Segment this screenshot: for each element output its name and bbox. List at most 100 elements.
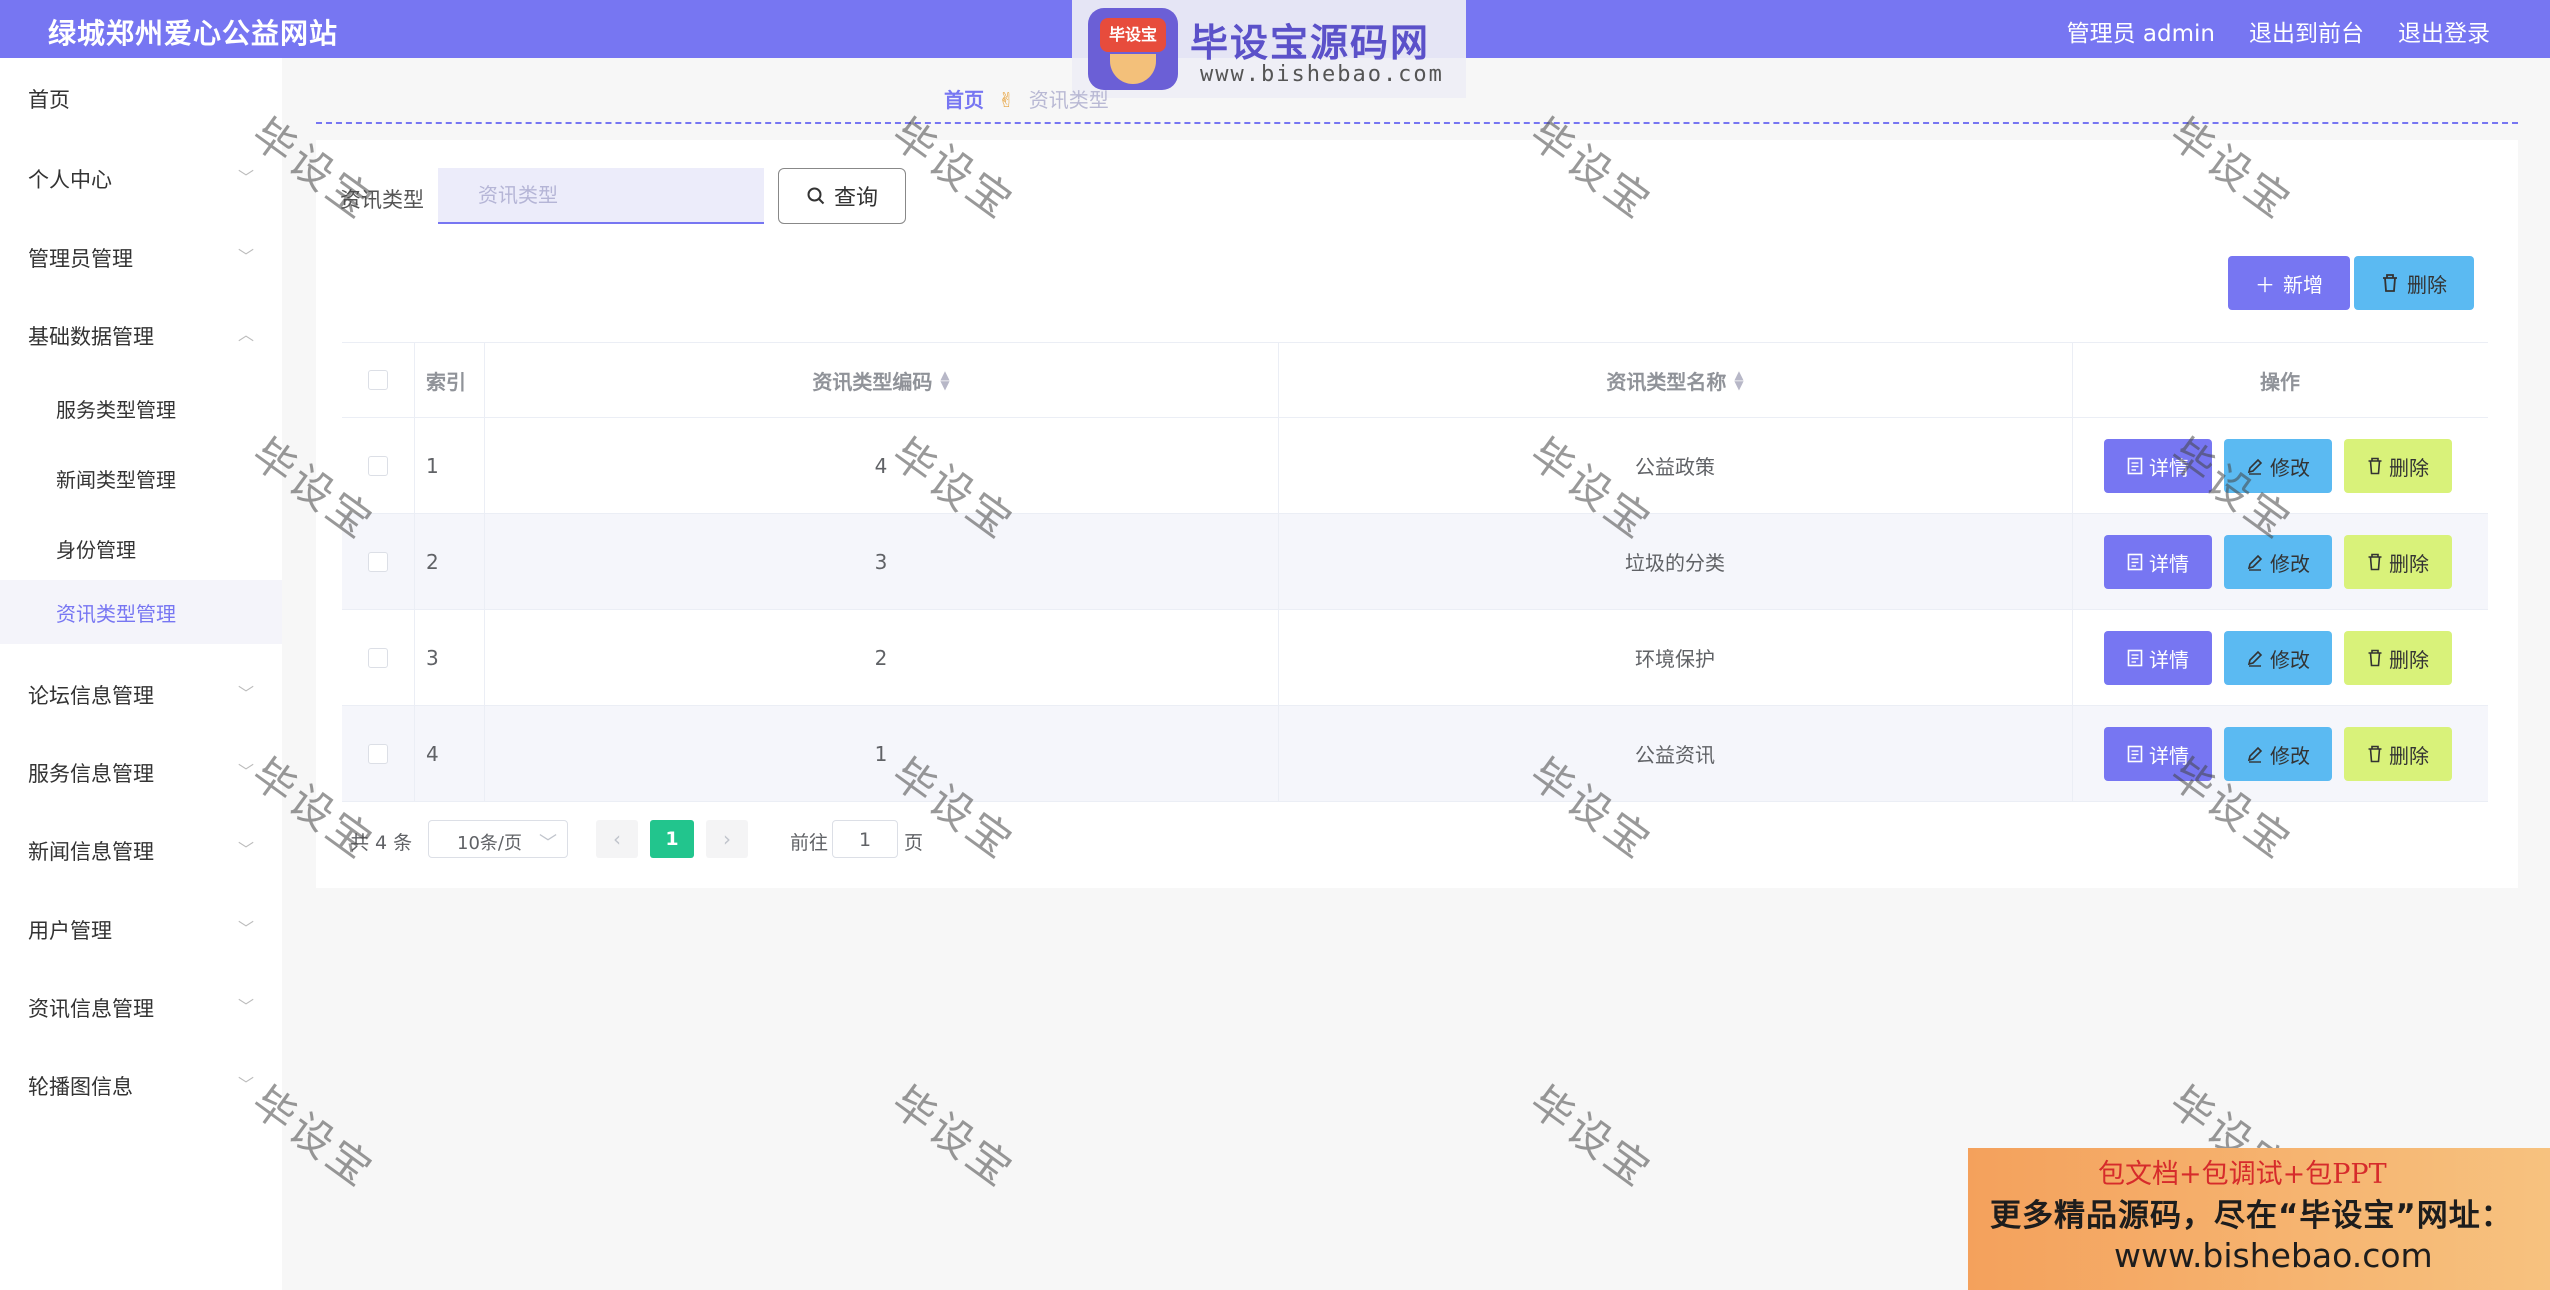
trash-icon <box>2383 274 2397 292</box>
sidebar-subitem-label: 身份管理 <box>56 538 136 562</box>
sidebar-item-personal-center[interactable]: 个人中心 ﹀ <box>0 146 282 206</box>
trash-icon <box>2368 745 2382 763</box>
admin-label[interactable]: 管理员 admin <box>2067 14 2215 48</box>
sidebar-subitem-service-type[interactable]: 服务类型管理 <box>0 376 282 436</box>
detail-button-label: 详情 <box>2149 551 2189 576</box>
edit-button[interactable]: 修改 <box>2224 535 2332 589</box>
sidebar-item-label: 论坛信息管理 <box>28 684 154 708</box>
promo-line-1: 包文档+包调试+包PPT <box>2098 1159 2387 1190</box>
query-button-label: 查询 <box>833 186 878 211</box>
goto-page-input[interactable]: 1 <box>832 820 898 858</box>
breadcrumb-home[interactable]: 首页 <box>944 88 984 112</box>
cell-index: 4 <box>426 741 439 766</box>
chevron-down-icon: ﹀ <box>238 247 255 266</box>
delete-button[interactable]: 删除 <box>2344 439 2452 493</box>
header-name-label: 资讯类型名称 <box>1606 369 1727 394</box>
promo-line-3: www.bishebao.com <box>2114 1236 2433 1275</box>
detail-button[interactable]: 详情 <box>2104 439 2212 493</box>
cell-name: 垃圾的分类 <box>1625 551 1725 575</box>
promo-line-2: 更多精品源码，尽在“毕设宝”网址： <box>1990 1198 2513 1234</box>
delete-button[interactable]: 删除 <box>2344 535 2452 589</box>
plus-icon: ＋ <box>2255 272 2275 297</box>
sidebar-item-basic-data[interactable]: 基础数据管理 ︿ <box>0 303 282 363</box>
brand-logo-watermark: 毕设宝 毕设宝源码网 www.bishebao.com <box>1072 0 1466 98</box>
pencil-icon <box>2247 554 2263 571</box>
header-code[interactable]: 资讯类型编码 ▲ ▼ <box>484 343 1278 417</box>
delete-button[interactable]: 删除 <box>2344 631 2452 685</box>
edit-button-label: 修改 <box>2270 551 2310 576</box>
sidebar-item-service-info[interactable]: 服务信息管理 ﹀ <box>0 740 282 800</box>
query-button[interactable]: 查询 <box>778 168 906 224</box>
logo-badge-text: 毕设宝 <box>1100 18 1166 52</box>
edit-button-label: 修改 <box>2270 647 2310 672</box>
back-to-front-link[interactable]: 退出到前台 <box>2249 14 2364 48</box>
sidebar-subitem-info-type[interactable]: 资讯类型管理 <box>0 580 282 644</box>
sidebar-subitem-label: 资讯类型管理 <box>56 602 176 626</box>
prev-page-button[interactable]: ‹ <box>596 820 638 858</box>
sort-icon[interactable]: ▲ ▼ <box>940 369 949 391</box>
sidebar-item-users[interactable]: 用户管理 ﹀ <box>0 897 282 957</box>
next-page-button[interactable]: › <box>706 820 748 858</box>
breadcrumb-current: 资讯类型 <box>1028 88 1109 112</box>
document-icon <box>2127 745 2143 763</box>
detail-button[interactable]: 详情 <box>2104 535 2212 589</box>
edit-button-label: 修改 <box>2270 743 2310 768</box>
cell-index: 1 <box>426 453 439 478</box>
page-size-select[interactable]: 10条/页 ﹀ <box>428 820 568 858</box>
page-number-button[interactable]: 1 <box>650 820 694 858</box>
sort-icon[interactable]: ▲ ▼ <box>1734 369 1743 391</box>
row-checkbox[interactable] <box>368 647 388 668</box>
header-name[interactable]: 资讯类型名称 ▲ ▼ <box>1278 343 2072 417</box>
document-icon <box>2127 649 2143 667</box>
promo-banner[interactable]: 包文档+包调试+包PPT 更多精品源码，尽在“毕设宝”网址： www.bishe… <box>1968 1148 2550 1290</box>
sidebar-item-admin-management[interactable]: 管理员管理 ﹀ <box>0 225 282 285</box>
select-all-checkbox[interactable] <box>368 370 388 390</box>
edit-button[interactable]: 修改 <box>2224 727 2332 781</box>
sidebar-item-home[interactable]: 首页 <box>0 66 282 126</box>
sidebar-item-news-info[interactable]: 新闻信息管理 ﹀ <box>0 818 282 878</box>
trash-icon <box>2368 553 2382 571</box>
delete-button-label: 删除 <box>2389 743 2429 768</box>
logo-main-text: 毕设宝源码网 <box>1190 21 1431 65</box>
sidebar-item-label: 首页 <box>28 88 70 112</box>
sidebar-item-carousel[interactable]: 轮播图信息 ﹀ <box>0 1053 282 1113</box>
detail-button[interactable]: 详情 <box>2104 727 2212 781</box>
sidebar-subitem-label: 新闻类型管理 <box>56 468 176 492</box>
search-input[interactable] <box>438 168 764 224</box>
detail-button-label: 详情 <box>2149 455 2189 480</box>
mascot-logo-icon: 毕设宝 <box>1088 8 1178 90</box>
row-checkbox[interactable] <box>368 455 388 476</box>
sidebar-subitem-identity[interactable]: 身份管理 <box>0 516 282 576</box>
batch-delete-button[interactable]: 删除 <box>2354 256 2474 310</box>
chevron-down-icon: ﹀ <box>238 919 255 938</box>
delete-button[interactable]: 删除 <box>2344 727 2452 781</box>
row-checkbox[interactable] <box>368 551 388 572</box>
cell-name: 公益资讯 <box>1635 743 1715 767</box>
sidebar-item-label: 基础数据管理 <box>28 325 154 349</box>
watermark-text: 毕设宝 <box>1521 1076 1662 1198</box>
sidebar-item-info-management[interactable]: 资讯信息管理 ﹀ <box>0 975 282 1035</box>
detail-button-label: 详情 <box>2149 647 2189 672</box>
logout-link[interactable]: 退出登录 <box>2398 14 2490 48</box>
logo-url-text: www.bishebao.com <box>1200 62 1444 87</box>
detail-button[interactable]: 详情 <box>2104 631 2212 685</box>
cell-name: 公益政策 <box>1635 455 1715 479</box>
edit-button[interactable]: 修改 <box>2224 439 2332 493</box>
chevron-down-icon: ﹀ <box>238 1075 255 1094</box>
add-button[interactable]: ＋ 新增 <box>2228 256 2350 310</box>
edit-button[interactable]: 修改 <box>2224 631 2332 685</box>
cell-code: 3 <box>874 549 888 574</box>
site-title: 绿城郑州爱心公益网站 <box>48 17 339 50</box>
table-row: 1 4 公益政策 详情 修改 删除 <box>342 418 2488 514</box>
batch-delete-label: 删除 <box>2407 272 2447 297</box>
cell-code: 4 <box>874 453 888 478</box>
sidebar-subitem-news-type[interactable]: 新闻类型管理 <box>0 446 282 506</box>
sidebar-item-label: 新闻信息管理 <box>28 840 154 864</box>
top-actions: 管理员 admin 退出到前台 退出登录 <box>2067 14 2490 48</box>
row-checkbox[interactable] <box>368 743 388 764</box>
sidebar-item-label: 资讯信息管理 <box>28 997 154 1021</box>
header-actions: 操作 <box>2260 369 2300 394</box>
sidebar-item-forum[interactable]: 论坛信息管理 ﹀ <box>0 662 282 722</box>
table-row: 3 2 环境保护 详情 修改 删除 <box>342 610 2488 706</box>
header-index: 索引 <box>426 369 466 394</box>
